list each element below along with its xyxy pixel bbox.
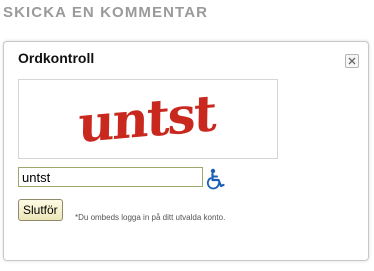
captcha-text: untst xyxy=(78,86,217,152)
close-icon xyxy=(346,55,358,67)
captcha-frame: untst xyxy=(18,79,278,159)
word-verification-dialog: Ordkontroll untst untst Slutför *Du ombe… xyxy=(3,41,369,261)
captcha-image: untst xyxy=(78,86,217,152)
captcha-answer-input[interactable] xyxy=(18,167,203,187)
submit-button[interactable]: Slutför xyxy=(18,199,63,221)
wheelchair-accessibility-icon xyxy=(206,168,226,194)
audio-captcha-button[interactable] xyxy=(206,168,226,190)
comment-page: SKICKA EN KOMMENTAR Ordkontroll untst un… xyxy=(0,0,374,271)
login-note: *Du ombeds logga in på ditt utvalda kont… xyxy=(75,213,226,222)
dialog-title: Ordkontroll xyxy=(18,50,95,66)
section-heading: SKICKA EN KOMMENTAR xyxy=(3,4,209,21)
close-button[interactable] xyxy=(345,54,359,68)
